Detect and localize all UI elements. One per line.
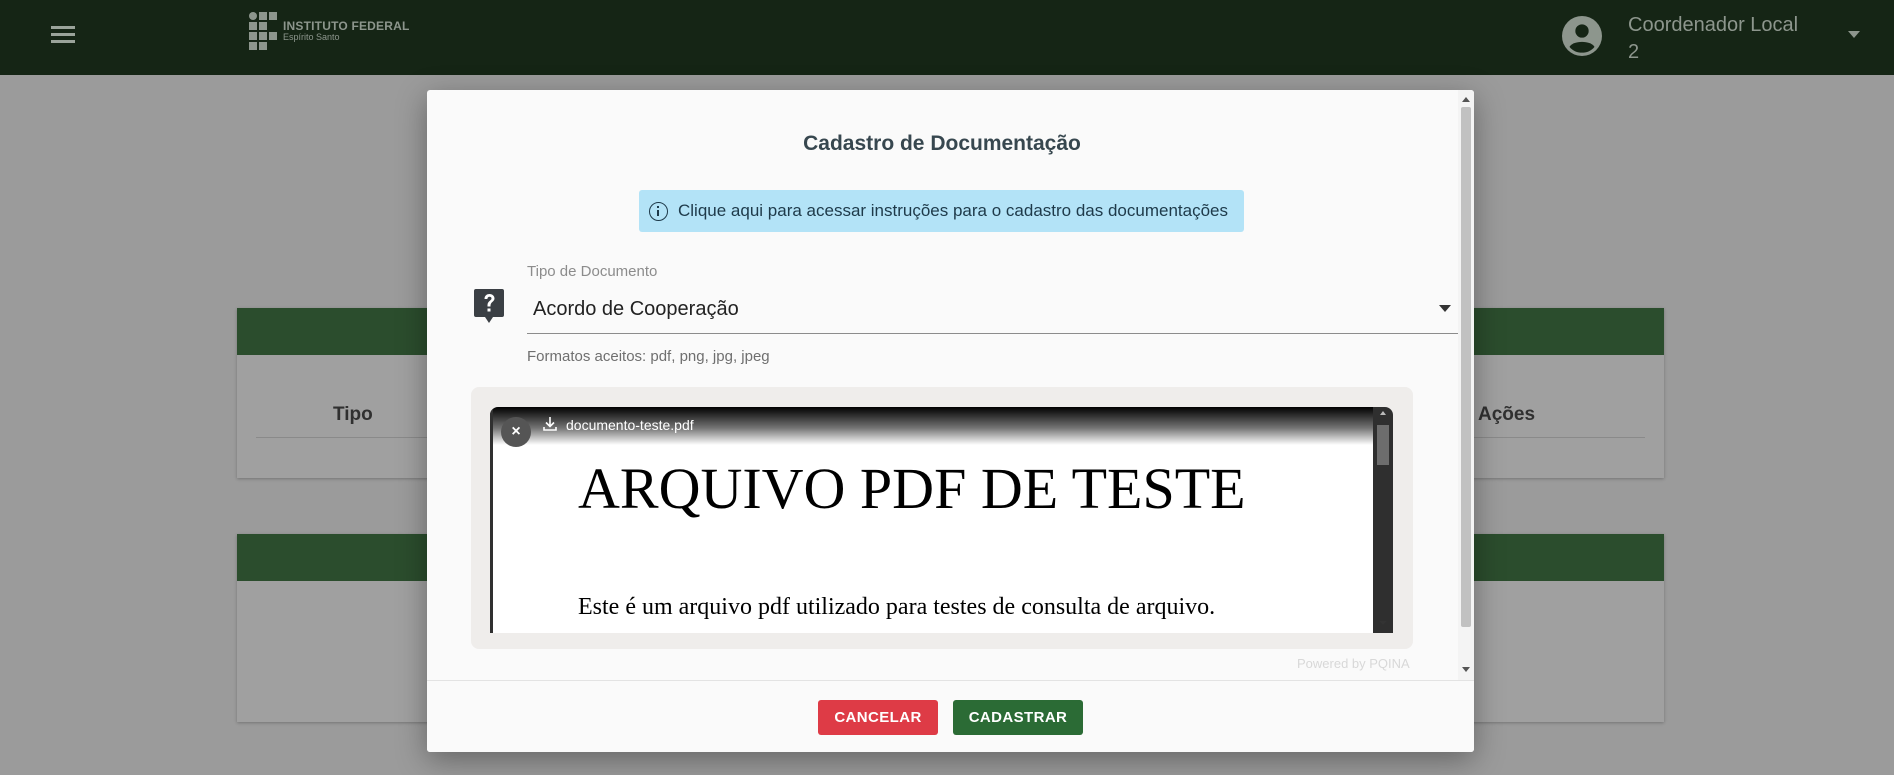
column-header-tipo: Tipo	[333, 404, 373, 425]
remove-file-button[interactable]: ×	[501, 417, 531, 447]
cancel-button[interactable]: CANCELAR	[818, 700, 938, 735]
preview-scroll-down[interactable]	[1379, 621, 1387, 625]
dialog-scrollbar[interactable]	[1458, 90, 1474, 680]
question-bubble-icon	[474, 289, 504, 323]
preview-scroll-up[interactable]	[1380, 411, 1386, 415]
pdf-preview[interactable]: ARQUIVO PDF DE TESTE Este é um arquivo p…	[490, 407, 1393, 633]
user-name: Coordenador Local 2	[1628, 14, 1799, 63]
caret-down-icon	[1439, 305, 1451, 312]
column-header-acoes: Ações	[1478, 404, 1536, 425]
file-upload-area[interactable]: ARQUIVO PDF DE TESTE Este é um arquivo p…	[471, 387, 1413, 649]
pdf-preview-title: ARQUIVO PDF DE TESTE	[578, 456, 1246, 521]
accepted-formats-hint: Formatos aceitos: pdf, png, jpg, jpeg	[527, 348, 770, 365]
top-app-bar: INSTITUTO FEDERAL Espírito Santo Coorden…	[0, 0, 1894, 75]
account-circle-icon	[1562, 16, 1602, 56]
pdf-preview-body: Este é um arquivo pdf utilizado para tes…	[578, 594, 1216, 620]
user-menu[interactable]: Coordenador Local 2	[1562, 12, 1808, 66]
document-type-label: Tipo de Documento	[527, 263, 658, 280]
pqina-credit-link[interactable]: Powered by PQINA	[1297, 656, 1410, 671]
preview-scrollbar[interactable]	[1377, 425, 1389, 465]
documentation-dialog: Cadastro de Documentação Clique aqui par…	[427, 90, 1474, 752]
instructions-text: Clique aqui para acessar instruções para…	[678, 201, 1228, 220]
hamburger-menu-icon[interactable]	[48, 22, 78, 52]
file-name: documento-teste.pdf	[566, 417, 694, 433]
document-type-select[interactable]: Acordo de Cooperação	[527, 284, 1468, 334]
dialog-title: Cadastro de Documentação	[803, 132, 1081, 155]
institution-logo: INSTITUTO FEDERAL Espírito Santo	[249, 10, 410, 52]
logo-subtitle: Espírito Santo	[283, 32, 340, 42]
submit-button[interactable]: CADASTRAR	[953, 700, 1083, 735]
instructions-banner[interactable]: Clique aqui para acessar instruções para…	[639, 190, 1244, 232]
info-circle-icon	[649, 201, 668, 221]
logo-title: INSTITUTO FEDERAL	[283, 19, 410, 33]
caret-down-icon[interactable]	[1848, 31, 1860, 38]
document-type-value: Acordo de Cooperação	[533, 298, 739, 320]
dialog-actions: CANCELAR CADASTRAR	[427, 680, 1474, 752]
download-icon[interactable]	[542, 416, 558, 432]
logo-mark	[249, 12, 277, 50]
